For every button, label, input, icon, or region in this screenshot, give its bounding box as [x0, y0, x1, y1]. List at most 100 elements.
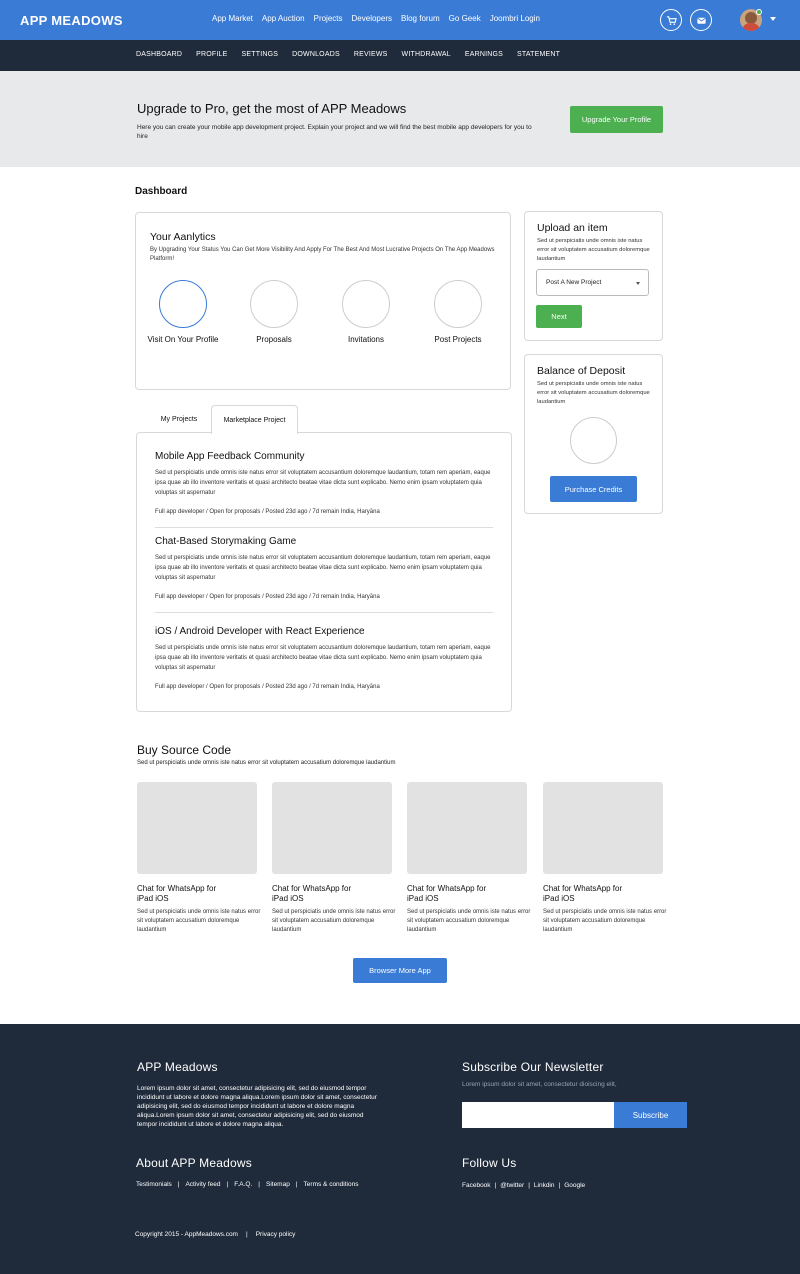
top-bar: APP MEADOWS App Market App Auction Proje… [0, 0, 800, 40]
balance-card: Balance of Deposit Sed ut perspiciatis u… [524, 354, 663, 514]
browse-more-button[interactable]: Browser More App [353, 958, 447, 983]
upload-title: Upload an item [537, 222, 608, 234]
stat-proposals-circle [250, 280, 298, 328]
subnav-withdrawal[interactable]: WITHDRAWAL [402, 51, 451, 58]
project-meta: Full app developer / Open for proposals … [155, 509, 380, 515]
mail-icon [696, 17, 706, 24]
link-activity-feed[interactable]: Activity feed [185, 1181, 220, 1188]
link-faq[interactable]: F.A.Q. [234, 1181, 252, 1188]
project-meta: Full app developer / Open for proposals … [155, 684, 380, 690]
subnav-reviews[interactable]: REVIEWS [354, 51, 388, 58]
project-title[interactable]: Chat-Based Storymaking Game [155, 536, 296, 547]
balance-text: Sed ut perspiciatis unde omnis iste natu… [537, 381, 650, 405]
follow-title: Follow Us [462, 1156, 517, 1170]
select-caret-icon [636, 282, 640, 285]
product-title[interactable]: Chat for WhatsApp for iPad iOS [407, 884, 487, 904]
product-description: Sed ut perspiciatis unde omnis iste natu… [407, 909, 531, 933]
brand-logo[interactable]: APP MEADOWS [20, 13, 123, 28]
link-sitemap[interactable]: Sitemap [266, 1181, 290, 1188]
project-description: Sed ut perspiciatis unde omnis iste natu… [155, 470, 491, 496]
link-privacy-policy[interactable]: Privacy policy [256, 1231, 296, 1238]
product-title[interactable]: Chat for WhatsApp for iPad iOS [543, 884, 623, 904]
subnav-settings[interactable]: SETTINGS [242, 51, 279, 58]
product-description: Sed ut perspiciatis unde omnis iste natu… [137, 909, 261, 933]
nav-joombri-login[interactable]: Joombri Login [490, 14, 540, 23]
top-nav: App Market App Auction Projects Develope… [212, 14, 549, 23]
nav-projects[interactable]: Projects [314, 14, 343, 23]
stat-invitations-circle [342, 280, 390, 328]
analytics-text: By Upgrading Your Status You Can Get Mor… [150, 247, 495, 262]
cart-icon [666, 15, 677, 25]
product-title[interactable]: Chat for WhatsApp for iPad iOS [272, 884, 352, 904]
stat-post-projects-label: Post Projects [434, 335, 482, 344]
project-description: Sed ut perspiciatis unde omnis iste natu… [155, 555, 491, 581]
post-type-select[interactable]: Post A New Project [536, 269, 649, 296]
stat-visits-circle [159, 280, 207, 328]
nav-app-market[interactable]: App Market [212, 14, 253, 23]
link-twitter[interactable]: @twitter [500, 1182, 524, 1189]
footer-about-text: Lorem ipsum dolor sit amet, consectetur … [137, 1085, 377, 1128]
upgrade-text: Here you can create your mobile app deve… [137, 124, 532, 140]
divider [155, 612, 493, 613]
subscribe-button[interactable]: Subscribe [614, 1102, 687, 1128]
tab-marketplace-project[interactable]: Marketplace Project [211, 405, 298, 434]
project-meta: Full app developer / Open for proposals … [155, 594, 380, 600]
copyright-row: Copyright 2015 - AppMeadows.com | Privacy… [135, 1231, 296, 1238]
buy-source-subtitle: Sed ut perspiciatis unde omnis iste natu… [137, 760, 396, 766]
project-description: Sed ut perspiciatis unde omnis iste natu… [155, 645, 491, 671]
subnav-statement[interactable]: STATEMENT [517, 51, 560, 58]
about-links: Testimonials | Activity feed | F.A.Q. | Sit… [136, 1181, 359, 1188]
project-title[interactable]: iOS / Android Developer with React Exper… [155, 626, 365, 637]
newsletter-title: Subscribe Our Newsletter [462, 1060, 604, 1074]
product-description: Sed ut perspiciatis unde omnis iste natu… [543, 909, 667, 933]
subnav-downloads[interactable]: DOWNLOADS [292, 51, 340, 58]
upload-card: Upload an item Sed ut perspiciatis unde … [524, 211, 663, 341]
stat-proposals-label: Proposals [256, 335, 292, 344]
messages-button[interactable] [690, 9, 712, 31]
link-linkedin[interactable]: Linkdin [534, 1182, 555, 1189]
projects-card: Mobile App Feedback Community Sed ut per… [136, 432, 512, 712]
about-title: About APP Meadows [136, 1156, 252, 1170]
product-thumbnail[interactable] [272, 782, 392, 874]
stat-post-projects-circle [434, 280, 482, 328]
newsletter-text: Lorem ipsum dolor sit amet, consectetur … [462, 1081, 617, 1088]
link-facebook[interactable]: Facebook [462, 1182, 491, 1189]
footer-brand-title: APP Meadows [137, 1060, 218, 1074]
chevron-down-icon[interactable] [770, 17, 776, 21]
product-description: Sed ut perspiciatis unde omnis iste natu… [272, 909, 396, 933]
upgrade-profile-button[interactable]: Upgrade Your Profile [570, 106, 663, 133]
balance-title: Balance of Deposit [537, 365, 626, 377]
tab-my-projects[interactable]: My Projects [150, 405, 208, 433]
upgrade-title: Upgrade to Pro, get the most of APP Mead… [137, 101, 407, 116]
buy-source-title: Buy Source Code [137, 743, 232, 757]
stat-visits-label: Visit On Your Profile [147, 335, 219, 344]
copyright-text: Copyright 2015 - AppMeadows.com [135, 1231, 238, 1238]
subnav-profile[interactable]: PROFILE [196, 51, 227, 58]
product-title[interactable]: Chat for WhatsApp for iPad iOS [137, 884, 217, 904]
social-links: Facebook | @twitter | Linkdin | Google [462, 1182, 586, 1189]
link-terms[interactable]: Terms & conditions [304, 1181, 359, 1188]
purchase-credits-button[interactable]: Purchase Credits [550, 476, 637, 502]
analytics-card: Your Aanlytics By Upgrading Your Status … [135, 212, 511, 390]
newsletter-email-input[interactable] [462, 1102, 614, 1128]
product-thumbnail[interactable] [543, 782, 663, 874]
analytics-title: Your Aanlytics [150, 231, 216, 243]
nav-app-auction[interactable]: App Auction [262, 14, 305, 23]
post-type-select-value: Post A New Project [546, 279, 602, 286]
page-title: Dashboard [135, 186, 188, 197]
link-testimonials[interactable]: Testimonials [136, 1181, 172, 1188]
stat-invitations-label: Invitations [347, 335, 385, 344]
divider [155, 527, 493, 528]
product-thumbnail[interactable] [137, 782, 257, 874]
subnav-dashboard[interactable]: DASHBOARD [136, 51, 182, 58]
cart-button[interactable] [660, 9, 682, 31]
next-button[interactable]: Next [536, 305, 582, 328]
project-title[interactable]: Mobile App Feedback Community [155, 451, 305, 462]
nav-developers[interactable]: Developers [352, 14, 392, 23]
link-google[interactable]: Google [564, 1182, 585, 1189]
product-thumbnail[interactable] [407, 782, 527, 874]
nav-go-geek[interactable]: Go Geek [449, 14, 481, 23]
footer [0, 1024, 800, 1274]
nav-blog-forum[interactable]: Blog forum [401, 14, 440, 23]
subnav-earnings[interactable]: EARNINGS [465, 51, 503, 58]
